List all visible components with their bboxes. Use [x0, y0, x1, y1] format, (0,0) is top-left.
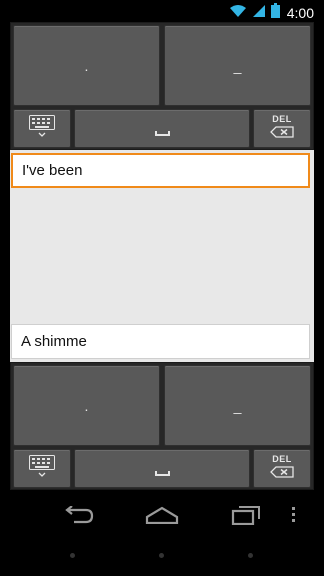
- space-key[interactable]: [74, 109, 250, 148]
- indicator-dot: [159, 553, 164, 558]
- space-key[interactable]: [74, 449, 250, 488]
- signal-icon: [252, 4, 266, 23]
- space-icon: [154, 131, 170, 136]
- space-icon: [154, 471, 170, 476]
- keyboard-switch-key[interactable]: [13, 109, 71, 148]
- home-button[interactable]: [142, 502, 182, 532]
- backspace-icon: [270, 465, 294, 483]
- backspace-icon: [270, 125, 294, 143]
- battery-icon: [270, 3, 280, 23]
- indicator-dot: [70, 553, 75, 558]
- text-input-bottom[interactable]: A shimme: [11, 324, 310, 359]
- bottom-indicator-dots: [0, 540, 324, 576]
- delete-key-label: DEL: [272, 454, 292, 464]
- back-icon: [64, 504, 94, 529]
- delete-key[interactable]: DEL: [253, 109, 311, 148]
- text-input-bottom-value: A shimme: [21, 333, 87, 350]
- period-key-label: .: [84, 397, 89, 414]
- period-key-label: .: [84, 57, 89, 74]
- home-icon: [145, 506, 179, 529]
- overflow-menu-button[interactable]: [278, 502, 310, 532]
- keyboard-icon: [29, 115, 55, 142]
- status-bar: 4:00: [0, 0, 324, 22]
- period-key[interactable]: .: [13, 25, 160, 106]
- underscore-key[interactable]: _: [164, 365, 311, 446]
- keyboard-panel-top: . _ DEL: [10, 22, 314, 150]
- text-input-top-value: I've been: [22, 162, 83, 179]
- underscore-key-label: _: [233, 57, 242, 74]
- status-clock: 4:00: [286, 5, 314, 21]
- text-input-top[interactable]: I've been: [11, 153, 310, 188]
- wifi-icon: [229, 4, 247, 23]
- delete-key[interactable]: DEL: [253, 449, 311, 488]
- delete-key-label: DEL: [272, 114, 292, 124]
- text-area: I've been A shimme: [10, 150, 314, 362]
- underscore-key-label: _: [233, 397, 242, 414]
- underscore-key[interactable]: _: [164, 25, 311, 106]
- keyboard-panel-bottom: . _ DEL: [10, 362, 314, 490]
- recents-icon: [231, 505, 261, 530]
- overflow-menu-icon: [292, 506, 296, 528]
- period-key[interactable]: .: [13, 365, 160, 446]
- recents-button[interactable]: [226, 502, 266, 532]
- indicator-dot: [248, 553, 253, 558]
- back-button[interactable]: [59, 502, 99, 532]
- keyboard-icon: [29, 455, 55, 482]
- keyboard-switch-key[interactable]: [13, 449, 71, 488]
- navigation-bar: [0, 494, 324, 540]
